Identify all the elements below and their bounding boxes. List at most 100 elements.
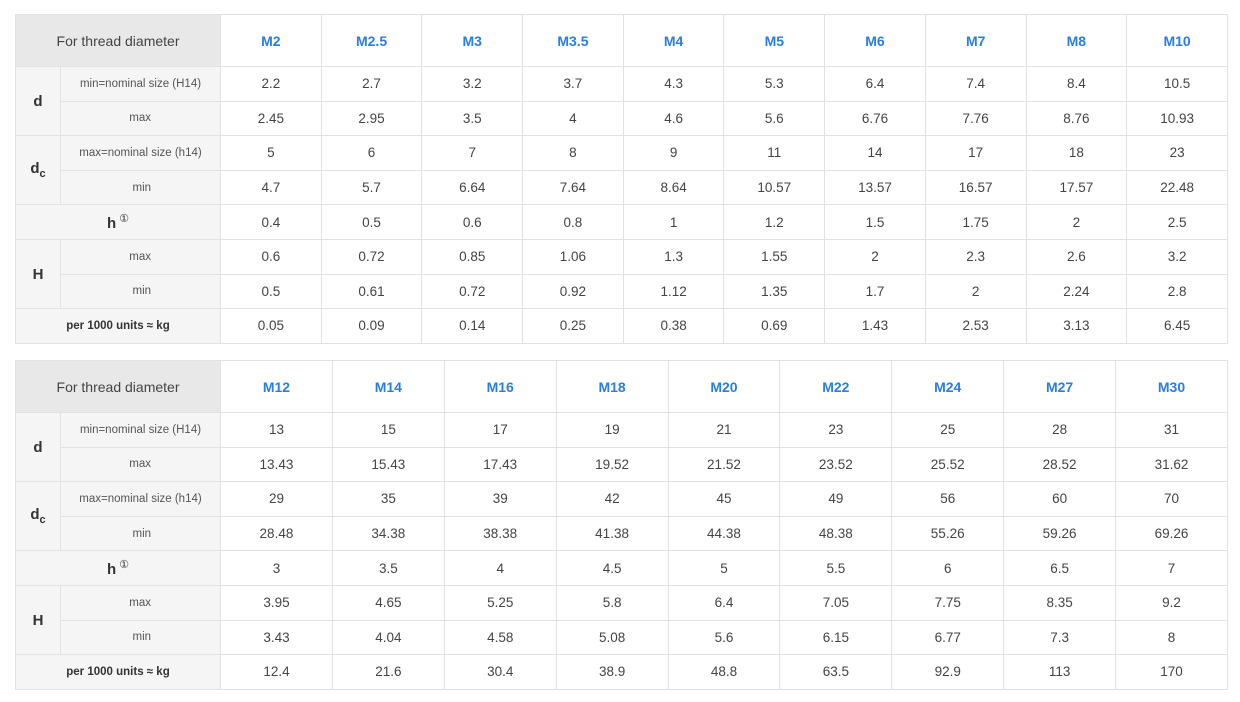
H-max-value: 1.3 — [622, 238, 725, 275]
H-max-value: 6.4 — [667, 584, 781, 621]
size-header-m22: M22 — [779, 360, 893, 413]
H-min-value: 2.8 — [1126, 273, 1228, 310]
d-min-value: 17 — [443, 412, 557, 448]
H-max-value: 5.8 — [555, 584, 669, 621]
H-min-value: 8 — [1115, 619, 1228, 656]
size-header-m7: M7 — [924, 14, 1027, 67]
dc-max-value: 60 — [1003, 481, 1117, 517]
dc-min-value: 10.57 — [723, 169, 826, 206]
d-max-row: max 13.43 15.43 17.43 19.52 21.52 23.52 25.52 2… — [16, 446, 1228, 483]
dc-min-value: 16.57 — [924, 169, 1027, 206]
dc-min-value: 48.38 — [779, 515, 893, 552]
dc-max-value: 49 — [779, 481, 893, 517]
d-min-value: 4.3 — [622, 66, 725, 102]
d-max-label: max — [59, 100, 222, 137]
weight-row: per 1000 units ≈ kg 12.4 21.6 30.4 38.9 48.8… — [14, 654, 1228, 690]
dc-max-value: 45 — [667, 481, 781, 517]
weight-value: 3.13 — [1025, 308, 1128, 344]
H-max-value: 1.06 — [522, 238, 624, 275]
h-value: 1.75 — [924, 204, 1027, 240]
weight-value: 12.4 — [220, 654, 333, 690]
dc-min-label: min — [59, 515, 222, 552]
size-header-m2: M2 — [220, 14, 322, 67]
dc-min-value: 17.57 — [1025, 169, 1128, 206]
size-header-m14: M14 — [331, 360, 445, 413]
h-value: 3.5 — [331, 550, 445, 586]
dc-min-value: 59.26 — [1003, 515, 1117, 552]
dc-max-value: 70 — [1115, 481, 1228, 517]
dc-min-value: 28.48 — [220, 515, 333, 552]
h-value: 1 — [622, 204, 725, 240]
dc-min-value: 5.7 — [320, 169, 423, 206]
d-min-value: 21 — [667, 412, 781, 448]
d-min-value: 13 — [220, 412, 333, 448]
h-value: 7 — [1115, 550, 1228, 586]
h-value: 6.5 — [1003, 550, 1117, 586]
h-value: 0.5 — [320, 204, 423, 240]
dc-max-value: 18 — [1025, 135, 1128, 171]
d-max-value: 21.52 — [667, 446, 781, 483]
d-max-value: 4 — [522, 100, 624, 137]
weight-value: 6.45 — [1126, 308, 1228, 344]
H-max-value: 3.95 — [220, 584, 333, 621]
dc-max-value: 42 — [555, 481, 669, 517]
weight-value: 1.43 — [824, 308, 926, 344]
dc-min-value: 8.64 — [622, 169, 725, 206]
dc-min-value: 55.26 — [891, 515, 1005, 552]
d-max-value: 8.76 — [1025, 100, 1128, 137]
size-header-m30: M30 — [1115, 360, 1228, 413]
d-label: d — [15, 65, 61, 137]
H-min-value: 1.7 — [824, 273, 926, 310]
H-max-value: 4.65 — [331, 584, 445, 621]
h-value: 6 — [891, 550, 1005, 586]
h-label: h① — [14, 204, 222, 240]
dc-max-row: dc max=nominal size (h14) 29 35 39 42 45 49 56… — [15, 481, 1228, 552]
dc-min-value: 6.64 — [421, 169, 524, 206]
dc-min-row: min 4.7 5.7 6.64 7.64 8.64 10.57 13.57 16.57 17.… — [16, 169, 1228, 206]
size-header-m27: M27 — [1003, 360, 1117, 413]
H-max-label: max — [59, 584, 222, 621]
d-min-value: 3.2 — [421, 66, 524, 102]
dc-label: dc — [15, 135, 61, 206]
d-max-value: 19.52 — [555, 446, 669, 483]
h-value: 3 — [220, 550, 333, 586]
d-min-label: min=nominal size (H14) — [59, 66, 222, 102]
d-min-value: 28 — [1003, 412, 1117, 448]
weight-row: per 1000 units ≈ kg 0.05 0.09 0.14 0.25 0.38… — [14, 308, 1228, 344]
H-min-value: 0.61 — [320, 273, 423, 310]
dc-min-value: 22.48 — [1126, 169, 1228, 206]
H-min-value: 4.04 — [331, 619, 445, 656]
size-header-m3: M3 — [421, 14, 524, 67]
dc-max-value: 6 — [320, 135, 423, 171]
H-min-row: min 0.5 0.61 0.72 0.92 1.12 1.35 1.7 2 2.24 2.8 — [16, 273, 1228, 310]
H-max-value: 8.35 — [1003, 584, 1117, 621]
h-value: 4 — [443, 550, 557, 586]
d-min-value: 2.2 — [220, 66, 322, 102]
d-min-label: min=nominal size (H14) — [59, 412, 222, 448]
d-max-value: 23.52 — [779, 446, 893, 483]
H-min-value: 6.77 — [891, 619, 1005, 656]
d-max-value: 3.5 — [421, 100, 524, 137]
H-max-label: max — [59, 238, 222, 275]
weight-value: 21.6 — [331, 654, 445, 690]
d-max-value: 7.76 — [924, 100, 1027, 137]
h-value: 5 — [667, 550, 781, 586]
weight-value: 113 — [1003, 654, 1117, 690]
size-header-m8: M8 — [1025, 14, 1128, 67]
size-header-m4: M4 — [622, 14, 725, 67]
table-2: For thread diameter M12 M14 M16 M18 M20 M22 M2… — [14, 360, 1228, 690]
h-value: 2.5 — [1126, 204, 1228, 240]
H-min-value: 4.58 — [443, 619, 557, 656]
size-header-m16: M16 — [443, 360, 557, 413]
H-min-value: 1.12 — [622, 273, 725, 310]
H-min-value: 0.92 — [522, 273, 624, 310]
H-max-value: 0.6 — [220, 238, 322, 275]
d-max-value: 15.43 — [331, 446, 445, 483]
weight-value: 63.5 — [779, 654, 893, 690]
dc-min-row: min 28.48 34.38 38.38 41.38 44.38 48.38 55.26 5… — [16, 515, 1228, 552]
h-value: 1.2 — [723, 204, 826, 240]
size-header-m2_5: M2.5 — [320, 14, 423, 67]
h-value: 0.4 — [220, 204, 322, 240]
H-min-value: 5.08 — [555, 619, 669, 656]
dc-max-value: 17 — [924, 135, 1027, 171]
